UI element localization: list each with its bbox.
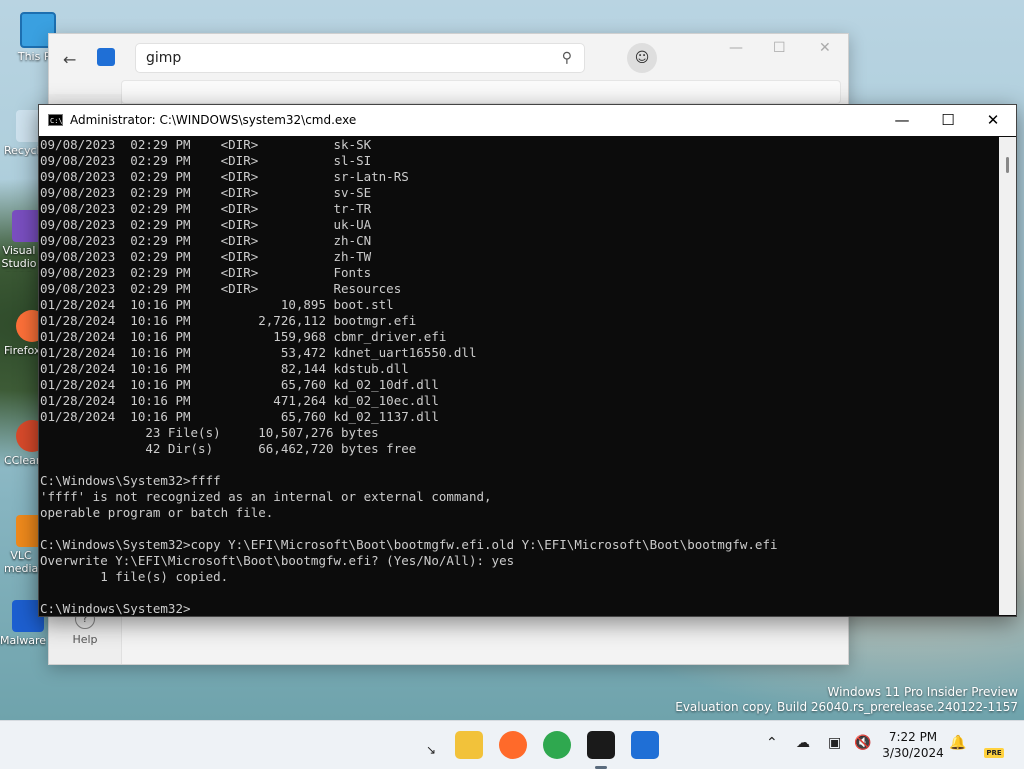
console-line: 'ffff' is not recognized as an internal … — [40, 489, 492, 504]
watermark-build: Evaluation copy. Build 26040.rs_prerelea… — [675, 700, 1018, 714]
account-avatar-icon[interactable]: ☺ — [627, 43, 657, 73]
console-line: Overwrite Y:\EFI\Microsoft\Boot\bootmgfw… — [40, 553, 515, 568]
cmd-minimize-button[interactable]: — — [879, 105, 925, 136]
console-line: 01/28/2024 10:16 PM 82,144 kdstub.dll — [40, 361, 409, 376]
help-label: Help — [72, 633, 98, 646]
console-line: 09/08/2023 02:29 PM <DIR> Resources — [40, 281, 402, 296]
volume-icon[interactable]: 🔇 — [854, 735, 871, 751]
console-line: 1 file(s) copied. — [40, 569, 229, 584]
mouse-cursor-icon: ↘ — [426, 743, 437, 757]
terminal-icon[interactable] — [587, 731, 615, 769]
notification-bell-icon[interactable]: 🔔 — [949, 735, 966, 751]
clock-time: 7:22 PM — [888, 730, 938, 744]
store-close-button[interactable]: ✕ — [819, 40, 831, 56]
console-line: 09/08/2023 02:29 PM <DIR> sr-Latn-RS — [40, 169, 409, 184]
console-line: 42 Dir(s) 66,462,720 bytes free — [40, 441, 417, 456]
cmd-window-title: Administrator: C:\WINDOWS\system32\cmd.e… — [70, 113, 357, 127]
console-line: 09/08/2023 02:29 PM <DIR> sv-SE — [40, 185, 372, 200]
taskbar: ↘ ⌃ ☁ ▣ 🔇 7:22 PM 3/30/2024 🔔 PRE — [0, 720, 1024, 769]
desktop-icon-label: Recycle Bin — [4, 144, 38, 157]
cmd-app-icon: C:\ — [48, 114, 63, 126]
file-explorer-icon[interactable] — [455, 731, 483, 759]
desktop-icon-label: Malwarebytes — [0, 634, 46, 647]
store-search-value: gimp — [146, 50, 182, 66]
chrome-icon[interactable] — [543, 731, 571, 759]
firefox-icon[interactable] — [499, 731, 527, 759]
desktop-icon-label: CCleaner — [4, 454, 38, 467]
console-line: 01/28/2024 10:16 PM 65,760 kd_02_10df.dl… — [40, 377, 439, 392]
console-line: 01/28/2024 10:16 PM 159,968 cbmr_driver.… — [40, 329, 447, 344]
store-minimize-button[interactable]: — — [729, 40, 743, 56]
desktop-icon-label: Firefox — [4, 344, 38, 357]
console-line: 09/08/2023 02:29 PM <DIR> Fonts — [40, 265, 372, 280]
onedrive-icon[interactable]: ☁ — [796, 735, 810, 751]
console-line: operable program or batch file. — [40, 505, 274, 520]
desktop-icon-label: VLC media player — [4, 549, 38, 577]
console-line: 01/28/2024 10:16 PM 53,472 kdnet_uart165… — [40, 345, 477, 360]
search-icon[interactable]: ⚲ — [562, 50, 572, 66]
console-line: 09/08/2023 02:29 PM <DIR> uk-UA — [40, 217, 372, 232]
pre-badge: PRE — [984, 748, 1004, 758]
console-line: 09/08/2023 02:29 PM <DIR> zh-CN — [40, 233, 372, 248]
console-line: 01/28/2024 10:16 PM 471,264 kd_02_10ec.d… — [40, 393, 439, 408]
back-arrow-icon[interactable]: ← — [63, 50, 76, 69]
console-line: C:\Windows\System32>copy Y:\EFI\Microsof… — [40, 537, 778, 552]
store-search-input[interactable]: gimp ⚲ — [135, 43, 585, 73]
cmd-vertical-scrollbar[interactable] — [999, 137, 1016, 615]
taskbar-clock[interactable]: 7:22 PM 3/30/2024 — [878, 729, 948, 761]
console-line: 01/28/2024 10:16 PM 65,760 kd_02_1137.dl… — [40, 409, 439, 424]
cmd-close-button[interactable]: ✕ — [970, 105, 1016, 136]
cmd-titlebar[interactable]: C:\ Administrator: C:\WINDOWS\system32\c… — [39, 105, 1016, 136]
console-line: C:\Windows\System32>ffff — [40, 473, 221, 488]
console-line: 01/28/2024 10:16 PM 10,895 boot.stl — [40, 297, 394, 312]
console-line: 09/08/2023 02:29 PM <DIR> zh-TW — [40, 249, 372, 264]
cmd-console-output[interactable]: 09/08/2023 02:29 PM <DIR> sk-SK 09/08/202… — [40, 137, 998, 615]
console-line: 09/08/2023 02:29 PM <DIR> tr-TR — [40, 201, 372, 216]
network-icon[interactable]: ▣ — [828, 735, 841, 751]
console-line: 09/08/2023 02:29 PM <DIR> sl-SI — [40, 153, 372, 168]
store-icon[interactable] — [631, 731, 659, 759]
watermark-edition: Windows 11 Pro Insider Preview — [827, 685, 1018, 699]
console-line: 01/28/2024 10:16 PM 2,726,112 bootmgr.ef… — [40, 313, 417, 328]
store-maximize-button[interactable]: ☐ — [773, 40, 786, 56]
scrollbar-thumb[interactable] — [1006, 157, 1009, 173]
clock-date: 3/30/2024 — [882, 746, 944, 760]
cmd-window[interactable]: C:\ Administrator: C:\WINDOWS\system32\c… — [38, 104, 1017, 617]
windows-watermark: Windows 11 Pro Insider Preview Evaluatio… — [675, 685, 1018, 715]
store-subheader — [121, 80, 841, 104]
console-line: 09/08/2023 02:29 PM <DIR> sk-SK — [40, 137, 372, 152]
console-line: C:\Windows\System32> — [40, 601, 191, 615]
desktop-icon-label: Visual Studio 2022 Preview — [1, 244, 37, 272]
chevron-up-icon[interactable]: ⌃ — [766, 735, 778, 751]
store-logo-icon — [97, 48, 115, 66]
console-line: 23 File(s) 10,507,276 bytes — [40, 425, 379, 440]
cmd-maximize-button[interactable]: ☐ — [925, 105, 971, 136]
